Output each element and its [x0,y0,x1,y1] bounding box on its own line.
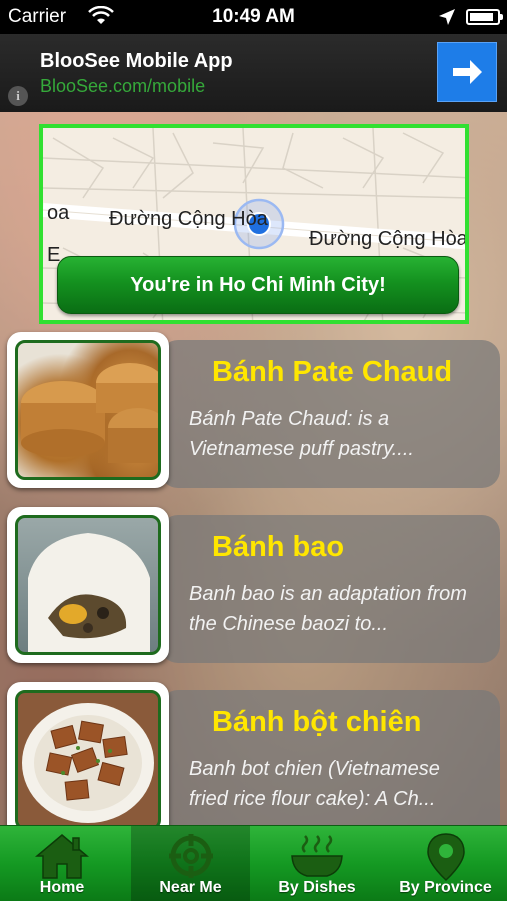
tab-label: Home [39,879,85,896]
dish-description: Banh bot chien (Vietnamese fried rice fl… [189,758,440,810]
map-view[interactable]: oa Đường Cộng Hòa Đường Cộng Hòa E You'r… [39,124,469,324]
arrow-right-icon [453,60,482,84]
home-icon [35,834,89,879]
clock: 10:49 AM [212,6,295,27]
dish-name: Bánh Pate Chaud [212,356,453,388]
battery-icon [466,9,503,25]
ad-banner[interactable]: BlooSee Mobile App BlooSee.com/mobile i [0,34,507,112]
dish-thumbnail[interactable] [7,682,169,838]
ad-title[interactable]: BlooSee Mobile App [40,50,233,73]
dish-list-item[interactable]: Bánh bao Banh bao is an adaptation from … [0,507,507,672]
info-icon[interactable]: i [8,86,28,106]
dish-name: Bánh bột chiên [212,706,422,738]
dish-list-item[interactable]: Bánh Pate Chaud Bánh Pate Chaud: is a Vi… [0,332,507,497]
crosshair-icon [168,834,213,878]
ad-go-button[interactable] [437,42,497,102]
tab-by-province[interactable]: By Province [384,826,507,901]
dish-list-item[interactable]: Bánh bột chiên Banh bot chien (Vietnames… [0,682,507,847]
tab-label: By Province [399,879,492,896]
location-arrow-icon [439,9,455,25]
fried-cake-image [22,703,154,823]
tab-label: By Dishes [278,879,356,896]
dish-thumbnail[interactable] [7,507,169,663]
tab-by-dishes[interactable]: By Dishes [257,826,377,901]
tab-bar: Home Near Me By Dishes By Province [0,825,507,901]
ad-url[interactable]: BlooSee.com/mobile [40,76,205,97]
road-label: Đường Cộng Hòa [109,208,268,230]
dish-description: Bánh Pate Chaud: is a Vietnamese puff pa… [189,408,414,460]
tab-home[interactable]: Home [0,826,124,901]
dish-thumbnail[interactable] [7,332,169,488]
road-label: Đường Cộng Hòa [309,228,468,250]
road-label: oa [47,202,70,224]
dish-name: Bánh bao [212,531,345,563]
tab-label: Near Me [159,879,222,896]
dish-description: Banh bao is an adaptation from the Chine… [189,583,467,635]
pastry-image [21,363,158,463]
bowl-icon [291,835,343,877]
map-pin-icon [426,833,465,882]
status-bar: Carrier 10:49 AM [0,0,507,34]
bun-image [28,533,150,652]
tab-near-me[interactable]: Near Me [131,826,250,901]
current-city-button[interactable]: You're in Ho Chi Minh City! [57,256,459,314]
